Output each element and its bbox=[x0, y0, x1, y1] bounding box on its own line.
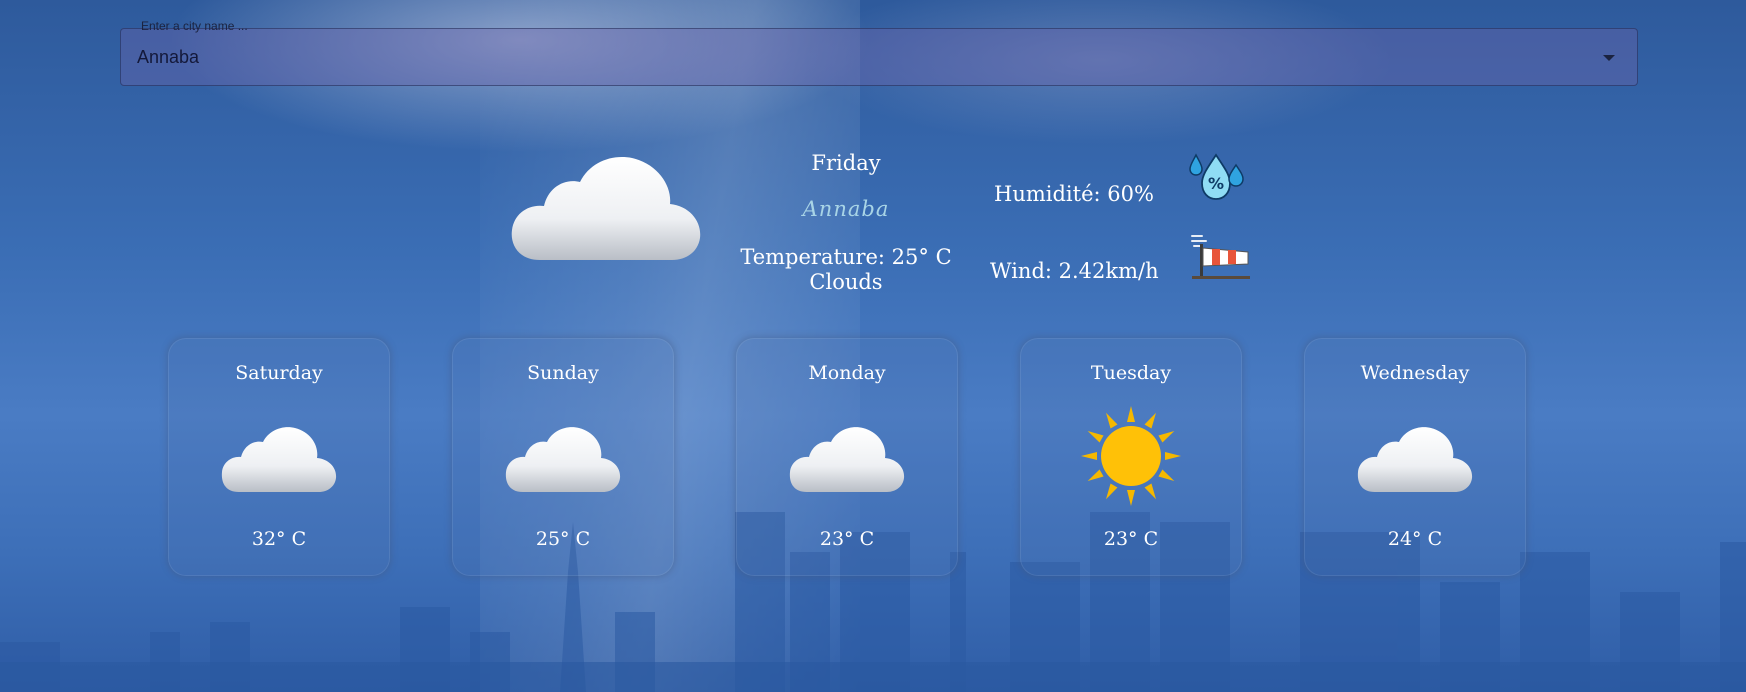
wind-value: Wind: 2.42km/h bbox=[990, 259, 1159, 283]
current-cloud-icon bbox=[511, 157, 701, 260]
forecast-row: Saturday 32° C Sunday 25° C Monday 23° C… bbox=[168, 338, 1526, 578]
forecast-day: Monday bbox=[808, 362, 886, 384]
forecast-card: Saturday 32° C bbox=[168, 338, 390, 576]
svg-text:%: % bbox=[1208, 174, 1224, 193]
city-search-label: Enter a city name ... bbox=[141, 19, 248, 33]
windsock-icon bbox=[1191, 235, 1250, 279]
city-search-field[interactable]: Enter a city name ... bbox=[120, 19, 1638, 86]
cloud-icon bbox=[221, 427, 337, 492]
forecast-temp: 25° C bbox=[535, 528, 591, 550]
humidity-value: Humidité: 60% bbox=[994, 182, 1154, 206]
forecast-temp: 23° C bbox=[1103, 528, 1159, 550]
forecast-card: Sunday 25° C bbox=[452, 338, 674, 576]
current-temperature: Temperature: 25° C bbox=[740, 245, 952, 269]
forecast-temp: 23° C bbox=[819, 528, 875, 550]
forecast-day: Tuesday bbox=[1090, 362, 1172, 384]
current-city: Annaba bbox=[802, 197, 890, 221]
forecast-day: Saturday bbox=[235, 362, 323, 384]
humidity-drops-icon: % bbox=[1189, 153, 1244, 200]
cloud-icon bbox=[1357, 427, 1473, 492]
forecast-card: Monday 23° C bbox=[736, 338, 958, 576]
dropdown-caret-icon[interactable] bbox=[1603, 55, 1615, 61]
forecast-temp: 32° C bbox=[251, 528, 307, 550]
forecast-day: Wednesday bbox=[1360, 362, 1470, 384]
sun-icon bbox=[1081, 406, 1181, 506]
current-condition: Clouds bbox=[809, 270, 883, 294]
city-search-input[interactable] bbox=[137, 45, 1577, 69]
forecast-temp: 24° C bbox=[1387, 528, 1443, 550]
forecast-day: Sunday bbox=[527, 362, 599, 384]
forecast-card: Wednesday 24° C bbox=[1304, 338, 1526, 576]
cloud-icon bbox=[505, 427, 621, 492]
forecast-card: Tuesday 23° C bbox=[1020, 338, 1242, 576]
current-day: Friday bbox=[811, 151, 881, 175]
cloud-icon bbox=[789, 427, 905, 492]
